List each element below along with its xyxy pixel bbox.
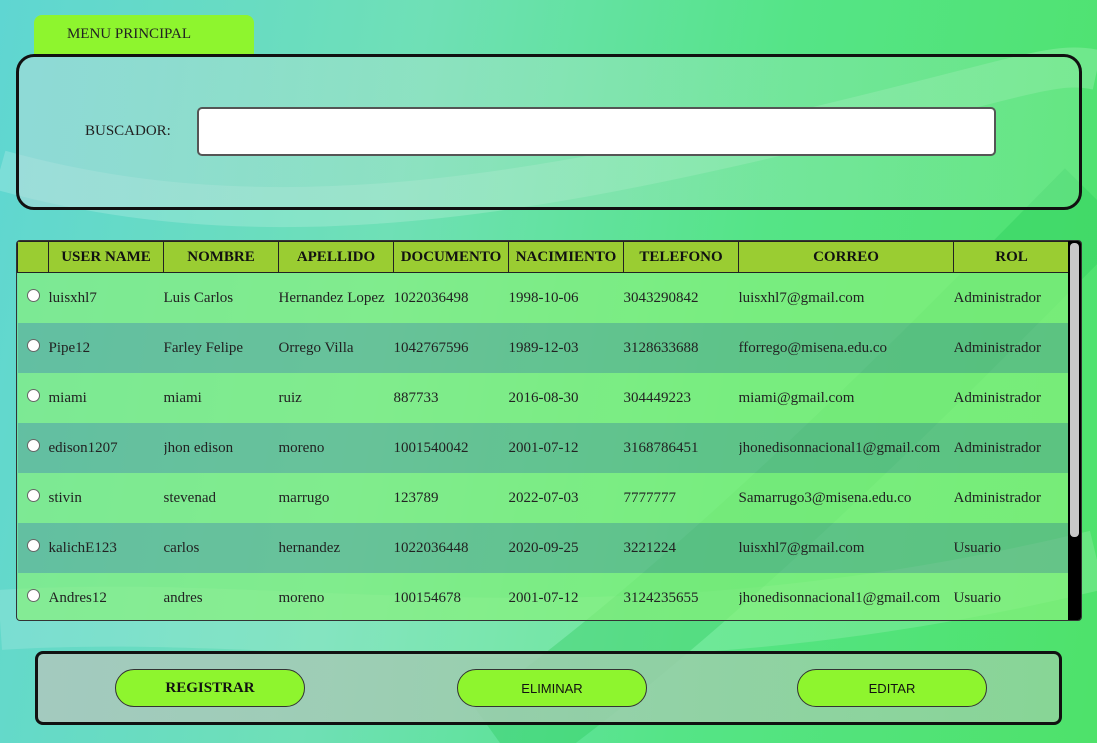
scrollbar-thumb[interactable] bbox=[1070, 243, 1079, 537]
editar-button[interactable]: EDITAR bbox=[797, 669, 987, 707]
cell-documento: 1022036448 bbox=[393, 523, 509, 573]
cell-apellido: moreno bbox=[278, 573, 394, 620]
cell-nacimiento: 2016-08-30 bbox=[508, 373, 624, 423]
cell-documento: 1042767596 bbox=[393, 323, 509, 373]
row-select-radio[interactable] bbox=[26, 288, 40, 302]
cell-nombre: stevenad bbox=[163, 473, 279, 523]
table-row[interactable]: luisxhl7 Luis Carlos Hernandez Lopez 102… bbox=[17, 272, 1070, 323]
cell-correo: jhonedisonnacional1@gmail.com bbox=[738, 423, 954, 473]
cell-telefono: 3128633688 bbox=[623, 323, 739, 373]
cell-rol: Administrador bbox=[953, 373, 1070, 423]
search-panel: BUSCADOR: bbox=[16, 54, 1082, 210]
col-select-header bbox=[17, 241, 49, 273]
cell-username: miami bbox=[48, 373, 164, 423]
cell-nombre: miami bbox=[163, 373, 279, 423]
cell-rol: Administrador bbox=[953, 272, 1070, 323]
cell-telefono: 3221224 bbox=[623, 523, 739, 573]
cell-telefono: 7777777 bbox=[623, 473, 739, 523]
eliminar-button[interactable]: ELIMINAR bbox=[457, 669, 647, 707]
cell-correo: fforrego@misena.edu.co bbox=[738, 323, 954, 373]
col-rol-header[interactable]: ROL bbox=[953, 241, 1070, 273]
table-row[interactable]: Pipe12 Farley Felipe Orrego Villa 104276… bbox=[17, 323, 1070, 373]
search-input[interactable] bbox=[197, 107, 996, 156]
cell-apellido: hernandez bbox=[278, 523, 394, 573]
cell-username: kalichE123 bbox=[48, 523, 164, 573]
col-username-header[interactable]: USER NAME bbox=[48, 241, 164, 273]
cell-telefono: 304449223 bbox=[623, 373, 739, 423]
cell-documento: 1001540042 bbox=[393, 423, 509, 473]
registrar-button[interactable]: REGISTRAR bbox=[115, 669, 305, 707]
col-apellido-header[interactable]: APELLIDO bbox=[278, 241, 394, 273]
cell-nacimiento: 2022-07-03 bbox=[508, 473, 624, 523]
search-label: BUSCADOR: bbox=[85, 123, 171, 139]
cell-username: edison1207 bbox=[48, 423, 164, 473]
cell-nombre: carlos bbox=[163, 523, 279, 573]
cell-documento: 887733 bbox=[393, 373, 509, 423]
cell-username: luisxhl7 bbox=[48, 272, 164, 323]
cell-telefono: 3168786451 bbox=[623, 423, 739, 473]
cell-nacimiento: 2020-09-25 bbox=[508, 523, 624, 573]
row-select-radio[interactable] bbox=[26, 588, 40, 602]
col-nombre-header[interactable]: NOMBRE bbox=[163, 241, 279, 273]
col-correo-header[interactable]: CORREO bbox=[738, 241, 954, 273]
cell-nacimiento: 2001-07-12 bbox=[508, 423, 624, 473]
cell-rol: Administrador bbox=[953, 423, 1070, 473]
cell-nacimiento: 2001-07-12 bbox=[508, 573, 624, 620]
table-row[interactable]: miami miami ruiz 887733 2016-08-30 30444… bbox=[17, 373, 1070, 423]
cell-apellido: marrugo bbox=[278, 473, 394, 523]
cell-nacimiento: 1998-10-06 bbox=[508, 272, 624, 323]
cell-nombre: Luis Carlos bbox=[163, 272, 279, 323]
table-row[interactable]: Andres12 andres moreno 100154678 2001-07… bbox=[17, 573, 1070, 620]
row-select-radio[interactable] bbox=[26, 488, 40, 502]
cell-rol: Usuario bbox=[953, 573, 1070, 620]
cell-correo: luisxhl7@gmail.com bbox=[738, 523, 954, 573]
cell-correo: Samarrugo3@misena.edu.co bbox=[738, 473, 954, 523]
users-table-panel: USER NAME NOMBRE APELLIDO DOCUMENTO NACI… bbox=[16, 240, 1082, 621]
cell-documento: 100154678 bbox=[393, 573, 509, 620]
cell-username: Andres12 bbox=[48, 573, 164, 620]
cell-telefono: 3043290842 bbox=[623, 272, 739, 323]
cell-rol: Administrador bbox=[953, 323, 1070, 373]
cell-apellido: moreno bbox=[278, 423, 394, 473]
cell-nombre: andres bbox=[163, 573, 279, 620]
table-row[interactable]: kalichE123 carlos hernandez 1022036448 2… bbox=[17, 523, 1070, 573]
cell-apellido: Hernandez Lopez bbox=[278, 272, 394, 323]
table-row[interactable]: stivin stevenad marrugo 123789 2022-07-0… bbox=[17, 473, 1070, 523]
cell-documento: 1022036498 bbox=[393, 272, 509, 323]
row-select-radio[interactable] bbox=[26, 438, 40, 452]
cell-rol: Administrador bbox=[953, 473, 1070, 523]
users-table: USER NAME NOMBRE APELLIDO DOCUMENTO NACI… bbox=[17, 241, 1070, 620]
cell-correo: jhonedisonnacional1@gmail.com bbox=[738, 573, 954, 620]
cell-correo: miami@gmail.com bbox=[738, 373, 954, 423]
menu-principal-tab[interactable]: MENU PRINCIPAL bbox=[34, 15, 254, 55]
action-panel: REGISTRAR ELIMINAR EDITAR bbox=[35, 651, 1062, 725]
cell-telefono: 3124235655 bbox=[623, 573, 739, 620]
col-telefono-header[interactable]: TELEFONO bbox=[623, 241, 739, 273]
cell-username: stivin bbox=[48, 473, 164, 523]
col-nacimiento-header[interactable]: NACIMIENTO bbox=[508, 241, 624, 273]
table-row[interactable]: edison1207 jhon edison moreno 1001540042… bbox=[17, 423, 1070, 473]
cell-nombre: Farley Felipe bbox=[163, 323, 279, 373]
cell-nacimiento: 1989-12-03 bbox=[508, 323, 624, 373]
cell-documento: 123789 bbox=[393, 473, 509, 523]
row-select-radio[interactable] bbox=[26, 388, 40, 402]
cell-correo: luisxhl7@gmail.com bbox=[738, 272, 954, 323]
col-documento-header[interactable]: DOCUMENTO bbox=[393, 241, 509, 273]
cell-username: Pipe12 bbox=[48, 323, 164, 373]
cell-nombre: jhon edison bbox=[163, 423, 279, 473]
table-header: USER NAME NOMBRE APELLIDO DOCUMENTO NACI… bbox=[17, 241, 1070, 273]
row-select-radio[interactable] bbox=[26, 538, 40, 552]
row-select-radio[interactable] bbox=[26, 338, 40, 352]
cell-apellido: Orrego Villa bbox=[278, 323, 394, 373]
cell-rol: Usuario bbox=[953, 523, 1070, 573]
cell-apellido: ruiz bbox=[278, 373, 394, 423]
table-scrollbar[interactable] bbox=[1068, 241, 1081, 620]
